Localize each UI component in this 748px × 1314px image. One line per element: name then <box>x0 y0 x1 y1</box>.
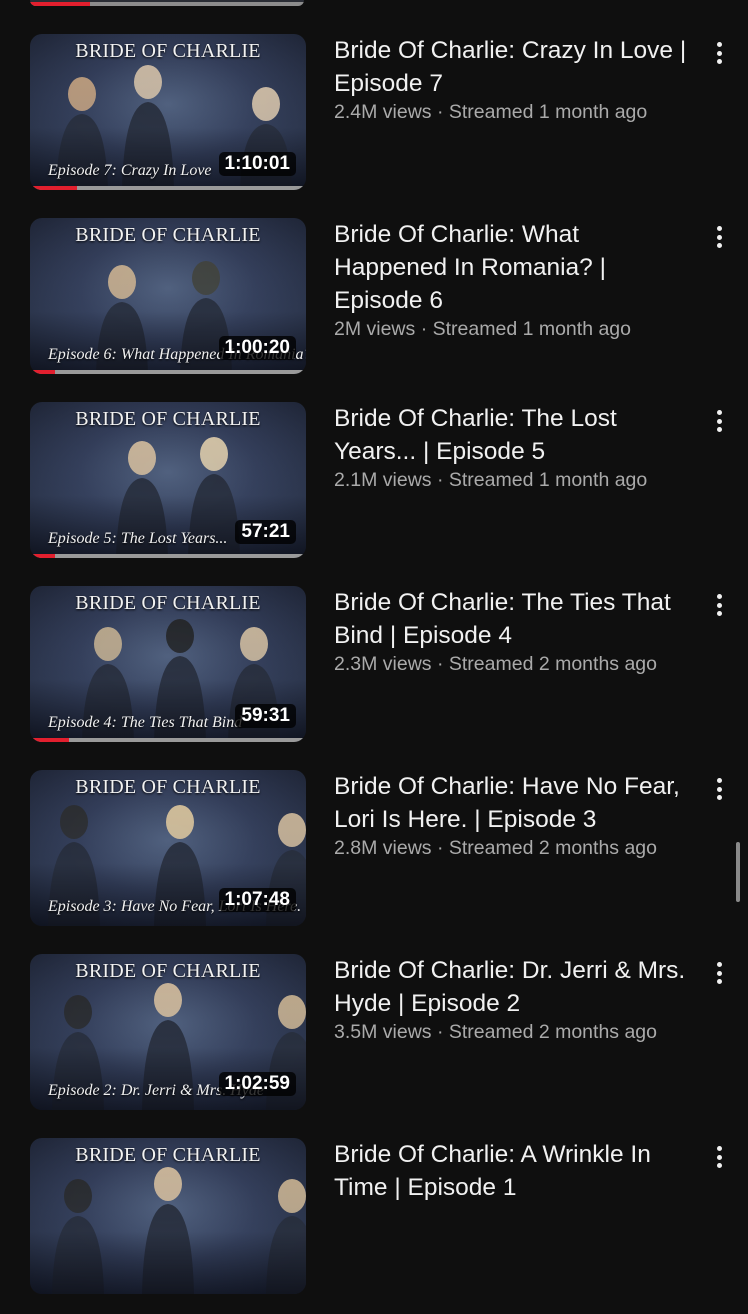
previous-video-thumbnail-edge[interactable] <box>30 0 304 6</box>
video-title[interactable]: Bride Of Charlie: The Ties That Bind | E… <box>334 586 698 652</box>
view-count: 2.1M views <box>334 469 432 491</box>
watch-progress-track <box>30 370 306 374</box>
video-thumbnail[interactable]: BRIDE OF CHARLIE Episode 2: Dr. Jerri & … <box>30 954 306 1110</box>
video-item[interactable]: BRIDE OF CHARLIE Episode 5: The Lost Yea… <box>0 402 748 578</box>
video-metadata: 2M views · Streamed 1 month ago <box>334 317 698 341</box>
watch-progress-track <box>30 554 306 558</box>
video-title[interactable]: Bride Of Charlie: Have No Fear, Lori Is … <box>334 770 698 836</box>
view-count: 2.3M views <box>334 653 432 675</box>
thumbnail-episode-text: Episode 4: The Ties That Bind <box>48 714 243 731</box>
duration-badge: 1:00:20 <box>218 336 296 360</box>
view-count: 2M views <box>334 318 416 340</box>
video-item[interactable]: BRIDE OF CHARLIE Episode 4: The Ties Tha… <box>0 586 748 762</box>
thumbnail-episode-text: Episode 5: The Lost Years... <box>48 530 228 547</box>
thumbnail-brand-text: BRIDE OF CHARLIE <box>75 776 261 798</box>
meta-separator: · <box>436 653 444 675</box>
streamed-date: Streamed 2 months ago <box>448 837 657 859</box>
video-title[interactable]: Bride Of Charlie: Crazy In Love | Episod… <box>334 34 698 100</box>
video-thumbnail[interactable]: BRIDE OF CHARLIE Episode 7: Crazy In Lov… <box>30 34 306 190</box>
three-dots-vertical-icon[interactable] <box>708 960 730 986</box>
watch-progress-fill <box>30 738 69 742</box>
thumbnail-episode-text: Episode 7: Crazy In Love <box>48 162 212 179</box>
view-count: 3.5M views <box>334 1021 432 1043</box>
video-item[interactable]: BRIDE OF CHARLIE Episode 3: Have No Fear… <box>0 770 748 946</box>
video-item[interactable]: BRIDE OF CHARLIE Bride Of Charlie: A Wri… <box>0 1138 748 1314</box>
video-info[interactable]: Bride Of Charlie: The Lost Years... | Ep… <box>334 402 698 492</box>
streamed-date: Streamed 1 month ago <box>448 101 648 123</box>
video-info[interactable]: Bride Of Charlie: What Happened In Roman… <box>334 218 698 341</box>
meta-separator: · <box>436 101 444 123</box>
three-dots-vertical-icon[interactable] <box>708 1144 730 1170</box>
meta-separator: · <box>420 318 428 340</box>
streamed-date: Streamed 1 month ago <box>448 469 648 491</box>
streamed-date: Streamed 2 months ago <box>448 1021 657 1043</box>
video-metadata: 2.4M views · Streamed 1 month ago <box>334 100 698 124</box>
thumbnail-brand-text: BRIDE OF CHARLIE <box>75 592 261 614</box>
duration-badge: 59:31 <box>235 704 296 728</box>
duration-badge: 1:02:59 <box>218 1072 296 1096</box>
meta-separator: · <box>436 1021 444 1043</box>
three-dots-vertical-icon[interactable] <box>708 776 730 802</box>
thumbnail-brand-text: BRIDE OF CHARLIE <box>75 408 261 430</box>
video-thumbnail[interactable]: BRIDE OF CHARLIE Episode 3: Have No Fear… <box>30 770 306 926</box>
video-metadata: 3.5M views · Streamed 2 months ago <box>334 1020 698 1044</box>
meta-separator: · <box>436 837 444 859</box>
view-count: 2.4M views <box>334 101 432 123</box>
duration-badge: 1:10:01 <box>218 152 296 176</box>
video-info[interactable]: Bride Of Charlie: Have No Fear, Lori Is … <box>334 770 698 860</box>
three-dots-vertical-icon[interactable] <box>708 40 730 66</box>
video-item[interactable]: BRIDE OF CHARLIE Episode 7: Crazy In Lov… <box>0 34 748 210</box>
video-info[interactable]: Bride Of Charlie: Dr. Jerri & Mrs. Hyde … <box>334 954 698 1044</box>
video-thumbnail[interactable]: BRIDE OF CHARLIE Episode 4: The Ties Tha… <box>30 586 306 742</box>
duration-badge: 57:21 <box>235 520 296 544</box>
video-thumbnail[interactable]: BRIDE OF CHARLIE Episode 5: The Lost Yea… <box>30 402 306 558</box>
watch-progress-fill <box>30 186 77 190</box>
scrollbar-thumb[interactable] <box>736 842 740 902</box>
video-thumbnail[interactable]: BRIDE OF CHARLIE <box>30 1138 306 1294</box>
video-thumbnail[interactable]: BRIDE OF CHARLIE Episode 6: What Happene… <box>30 218 306 374</box>
video-metadata: 2.1M views · Streamed 1 month ago <box>334 468 698 492</box>
view-count: 2.8M views <box>334 837 432 859</box>
video-item[interactable]: BRIDE OF CHARLIE Episode 6: What Happene… <box>0 218 748 394</box>
video-item[interactable]: BRIDE OF CHARLIE Episode 2: Dr. Jerri & … <box>0 954 748 1130</box>
meta-separator: · <box>436 469 444 491</box>
video-title[interactable]: Bride Of Charlie: What Happened In Roman… <box>334 218 698 317</box>
video-info[interactable]: Bride Of Charlie: Crazy In Love | Episod… <box>334 34 698 124</box>
three-dots-vertical-icon[interactable] <box>708 592 730 618</box>
three-dots-vertical-icon[interactable] <box>708 408 730 434</box>
watch-progress-fill <box>30 554 55 558</box>
thumbnail-brand-text: BRIDE OF CHARLIE <box>75 960 261 982</box>
thumbnail-brand-text: BRIDE OF CHARLIE <box>75 40 261 62</box>
video-title[interactable]: Bride Of Charlie: A Wrinkle In Time | Ep… <box>334 1138 698 1204</box>
three-dots-vertical-icon[interactable] <box>708 224 730 250</box>
watch-progress-fill <box>30 370 55 374</box>
video-metadata: 2.3M views · Streamed 2 months ago <box>334 652 698 676</box>
video-info[interactable]: Bride Of Charlie: A Wrinkle In Time | Ep… <box>334 1138 698 1204</box>
video-title[interactable]: Bride Of Charlie: Dr. Jerri & Mrs. Hyde … <box>334 954 698 1020</box>
streamed-date: Streamed 1 month ago <box>432 318 631 340</box>
video-info[interactable]: Bride Of Charlie: The Ties That Bind | E… <box>334 586 698 676</box>
watch-progress-track <box>30 738 306 742</box>
video-title[interactable]: Bride Of Charlie: The Lost Years... | Ep… <box>334 402 698 468</box>
video-metadata: 2.8M views · Streamed 2 months ago <box>334 836 698 860</box>
thumbnail-brand-text: BRIDE OF CHARLIE <box>75 224 261 246</box>
progress-fill <box>30 2 90 6</box>
streamed-date: Streamed 2 months ago <box>448 653 657 675</box>
duration-badge: 1:07:48 <box>218 888 296 912</box>
thumbnail-brand-text: BRIDE OF CHARLIE <box>75 1144 261 1166</box>
